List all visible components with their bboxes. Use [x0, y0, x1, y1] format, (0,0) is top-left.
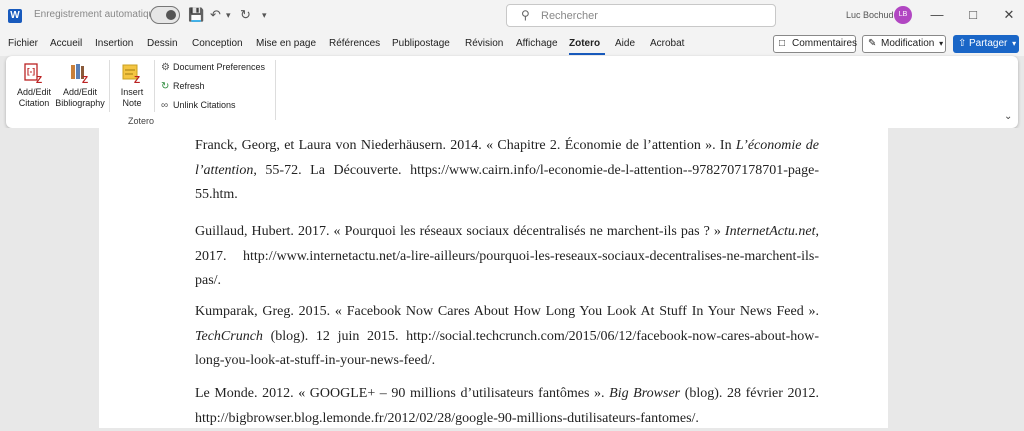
- insert-note-label-2: Note: [122, 98, 142, 108]
- tab-publipostage[interactable]: Publipostage: [392, 38, 450, 49]
- save-icon[interactable]: 💾: [188, 7, 204, 23]
- refresh-label: Refresh: [173, 81, 205, 91]
- comment-icon: □: [779, 38, 786, 49]
- maximize-icon[interactable]: □: [958, 7, 988, 22]
- close-icon[interactable]: ✕: [994, 7, 1024, 23]
- svg-text:Z: Z: [134, 75, 140, 84]
- bibliography-entry: Guillaud, Hubert. 2017. « Pourquoi les r…: [195, 224, 819, 288]
- avatar[interactable]: LB: [894, 6, 912, 24]
- add-edit-citation-label-1: Add/Edit: [16, 87, 52, 97]
- ribbon-group-label: Zotero: [128, 116, 155, 126]
- note-icon: Z: [121, 62, 143, 86]
- share-button[interactable]: ⇧ Partager ▾: [953, 35, 1019, 53]
- title-bar: W Enregistrement automatique 💾 ↶ ▾ ↻ ▾ ⚲…: [0, 0, 1024, 32]
- tab-zotero[interactable]: Zotero: [569, 38, 600, 49]
- refresh-icon: ↻: [161, 81, 170, 92]
- tab-revision[interactable]: Révision: [465, 38, 503, 49]
- customize-toolbar-icon[interactable]: ▾: [262, 10, 267, 21]
- add-edit-bibliography-label-1: Add/Edit: [62, 87, 98, 97]
- insert-note-button[interactable]: Z Insert Note: [114, 62, 150, 109]
- active-tab-indicator: [569, 53, 605, 55]
- tab-mise-en-page[interactable]: Mise en page: [256, 38, 316, 49]
- autosave-toggle[interactable]: [150, 6, 180, 24]
- share-label: Partager: [969, 38, 1008, 49]
- bibliography-entry: Le Monde. 2012. « GOOGLE+ – 90 millions …: [195, 386, 819, 426]
- gear-icon: ⚙: [161, 62, 170, 73]
- comments-button[interactable]: □ Commentaires: [773, 35, 858, 53]
- document-page[interactable]: Franck, Georg, et Laura von Niederhäuser…: [99, 128, 888, 428]
- refresh-button[interactable]: ↻ Refresh: [161, 81, 205, 92]
- pencil-icon: ✎: [868, 38, 877, 49]
- add-edit-citation-label-2: Citation: [18, 98, 50, 108]
- bibliography-entry: Kumparak, Greg. 2015. « Facebook Now Car…: [195, 304, 819, 368]
- tab-insertion[interactable]: Insertion: [95, 38, 133, 49]
- tab-fichier[interactable]: Fichier: [8, 38, 38, 49]
- tab-dessin[interactable]: Dessin: [147, 38, 178, 49]
- tab-accueil[interactable]: Accueil: [50, 38, 82, 49]
- editing-mode-button[interactable]: ✎ Modification ▾: [862, 35, 946, 53]
- add-edit-bibliography-button[interactable]: Z Add/Edit Bibliography: [54, 62, 106, 109]
- ribbon-separator-3: [275, 60, 276, 120]
- citation-icon: [‑] Z: [23, 62, 45, 86]
- bibliography-icon: Z: [69, 62, 91, 86]
- editing-label: Modification: [881, 38, 935, 49]
- document-preferences-label: Document Preferences: [173, 62, 266, 72]
- bibliography-entry: Franck, Georg, et Laura von Niederhäuser…: [195, 138, 819, 202]
- menu-bar: Fichier Accueil Insertion Dessin Concept…: [0, 32, 1024, 56]
- unlink-icon: ∞: [161, 100, 169, 111]
- insert-note-label-1: Insert: [120, 87, 144, 97]
- unlink-citations-button[interactable]: ∞ Unlink Citations: [161, 100, 236, 111]
- unlink-citations-label: Unlink Citations: [173, 100, 236, 110]
- share-icon: ⇧: [958, 38, 967, 49]
- ribbon-separator-2: [154, 60, 155, 112]
- share-chevron-icon: ▾: [1012, 39, 1017, 48]
- chevron-down-icon: ▾: [939, 39, 944, 48]
- svg-text:Z: Z: [36, 75, 42, 84]
- tab-acrobat[interactable]: Acrobat: [650, 38, 684, 49]
- ribbon-zotero: [‑] Z Add/Edit Citation Z Add/Edit Biblio…: [6, 56, 1018, 128]
- ribbon-separator: [109, 60, 110, 112]
- search-placeholder: Rechercher: [541, 10, 598, 22]
- document-preferences-button[interactable]: ⚙ Document Preferences: [161, 62, 265, 73]
- svg-text:[‑]: [‑]: [27, 67, 35, 76]
- redo-icon[interactable]: ↻: [240, 7, 251, 23]
- collapse-ribbon-icon[interactable]: ⌄: [1004, 111, 1012, 122]
- tab-references[interactable]: Références: [329, 38, 380, 49]
- document-canvas: Franck, Georg, et Laura von Niederhäuser…: [0, 128, 1024, 428]
- tab-aide[interactable]: Aide: [615, 38, 635, 49]
- undo-dropdown-icon[interactable]: ▾: [226, 10, 231, 21]
- word-app-icon: W: [8, 9, 22, 23]
- undo-icon[interactable]: ↶: [210, 7, 221, 23]
- autosave-label: Enregistrement automatique: [34, 9, 160, 20]
- search-box[interactable]: ⚲ Rechercher: [506, 4, 776, 27]
- user-name[interactable]: Luc Bochud: [846, 10, 894, 20]
- tab-affichage[interactable]: Affichage: [516, 38, 558, 49]
- search-icon: ⚲: [521, 8, 530, 22]
- add-edit-citation-button[interactable]: [‑] Z Add/Edit Citation: [14, 62, 54, 109]
- tab-conception[interactable]: Conception: [192, 38, 243, 49]
- add-edit-bibliography-label-2: Bibliography: [55, 98, 105, 108]
- comments-label: Commentaires: [792, 38, 858, 49]
- minimize-icon[interactable]: —: [922, 7, 952, 22]
- svg-text:Z: Z: [82, 75, 88, 84]
